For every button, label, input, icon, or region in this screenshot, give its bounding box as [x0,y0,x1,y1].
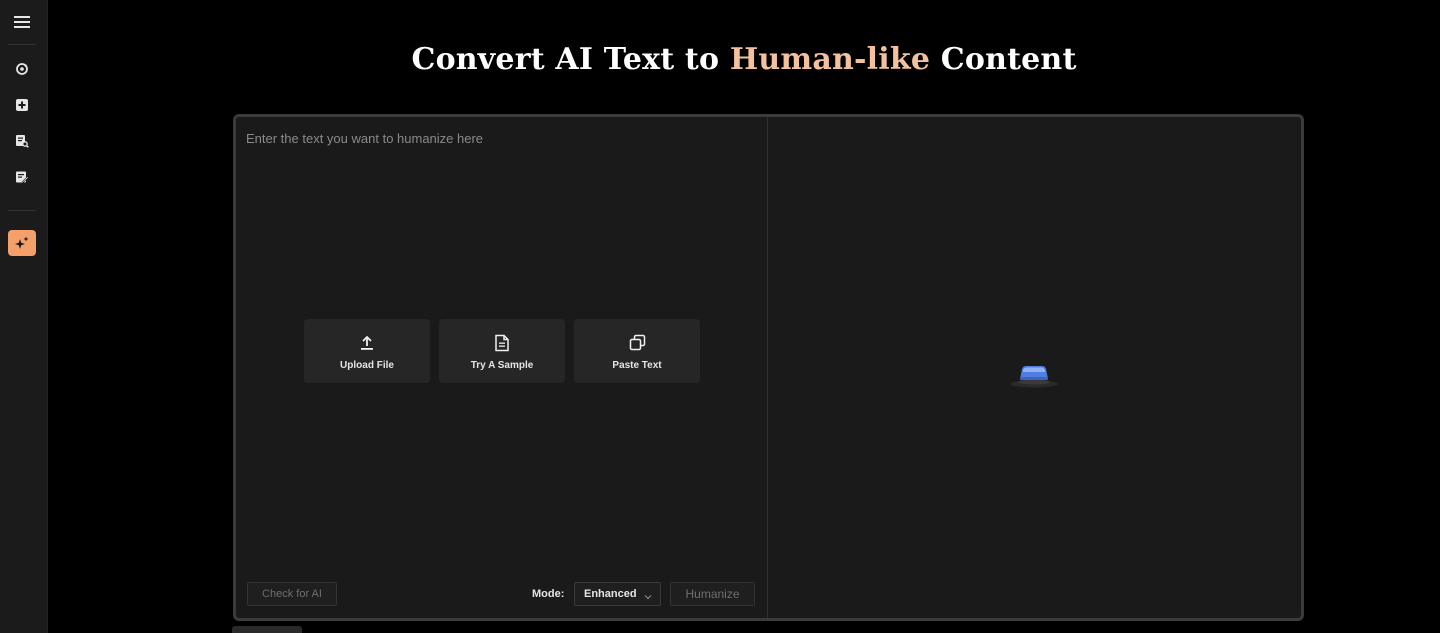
chevron-down-icon [643,589,653,607]
loading-illustration-icon [1006,357,1062,389]
title-prefix: Convert AI Text to [411,42,730,77]
try-sample-label: Try A Sample [470,359,534,371]
upload-file-button[interactable]: Upload File [304,319,430,383]
mode-select[interactable]: Enhanced [574,582,661,606]
sparkle-icon[interactable] [8,230,36,256]
plus-square-icon[interactable] [10,93,34,117]
bottom-tab[interactable] [232,626,302,633]
quick-actions: Upload File Try A Sample Paste Text [304,319,700,383]
copy-icon [629,332,646,354]
humanize-button[interactable]: Humanize [670,582,755,606]
paste-text-button[interactable]: Paste Text [574,319,700,383]
edit-doc-icon[interactable] [10,165,34,189]
menu-icon[interactable] [10,10,34,34]
humanizer-panel: Upload File Try A Sample Paste Text Chec… [233,114,1304,621]
doc-search-icon[interactable] [10,129,34,153]
action-bar: Check for AI Mode: Enhanced Humanize [247,582,757,608]
page-title: Convert AI Text to Human-like Content [48,42,1440,77]
upload-file-label: Upload File [340,359,394,371]
mode-value: Enhanced [584,588,637,600]
sidebar-divider [8,44,36,45]
document-icon [494,332,510,354]
check-for-ai-button[interactable]: Check for AI [247,582,337,606]
refresh-icon[interactable] [10,57,34,81]
input-pane: Upload File Try A Sample Paste Text Chec… [236,117,768,618]
try-sample-button[interactable]: Try A Sample [439,319,565,383]
paste-text-label: Paste Text [612,359,662,371]
mode-label: Mode: [532,588,565,600]
upload-icon [359,332,375,354]
sidebar [0,0,48,633]
title-accent: Human-like [729,42,931,77]
sidebar-divider [8,210,36,211]
output-pane [768,117,1301,618]
title-suffix: Content [930,42,1077,77]
